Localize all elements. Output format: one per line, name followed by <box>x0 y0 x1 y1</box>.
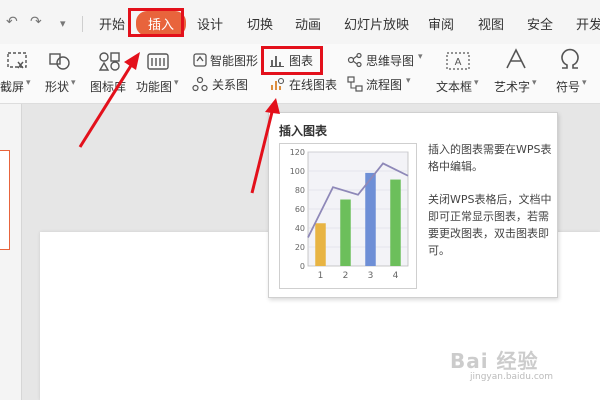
baidu-watermark: Bai 经验 <box>450 349 539 373</box>
annotation-arrows <box>78 52 280 194</box>
arrow-to-insert-tab <box>78 52 140 148</box>
baidu-watermark-url: jingyan.baidu.com <box>470 372 554 382</box>
arrow-to-chart-button <box>250 98 280 194</box>
